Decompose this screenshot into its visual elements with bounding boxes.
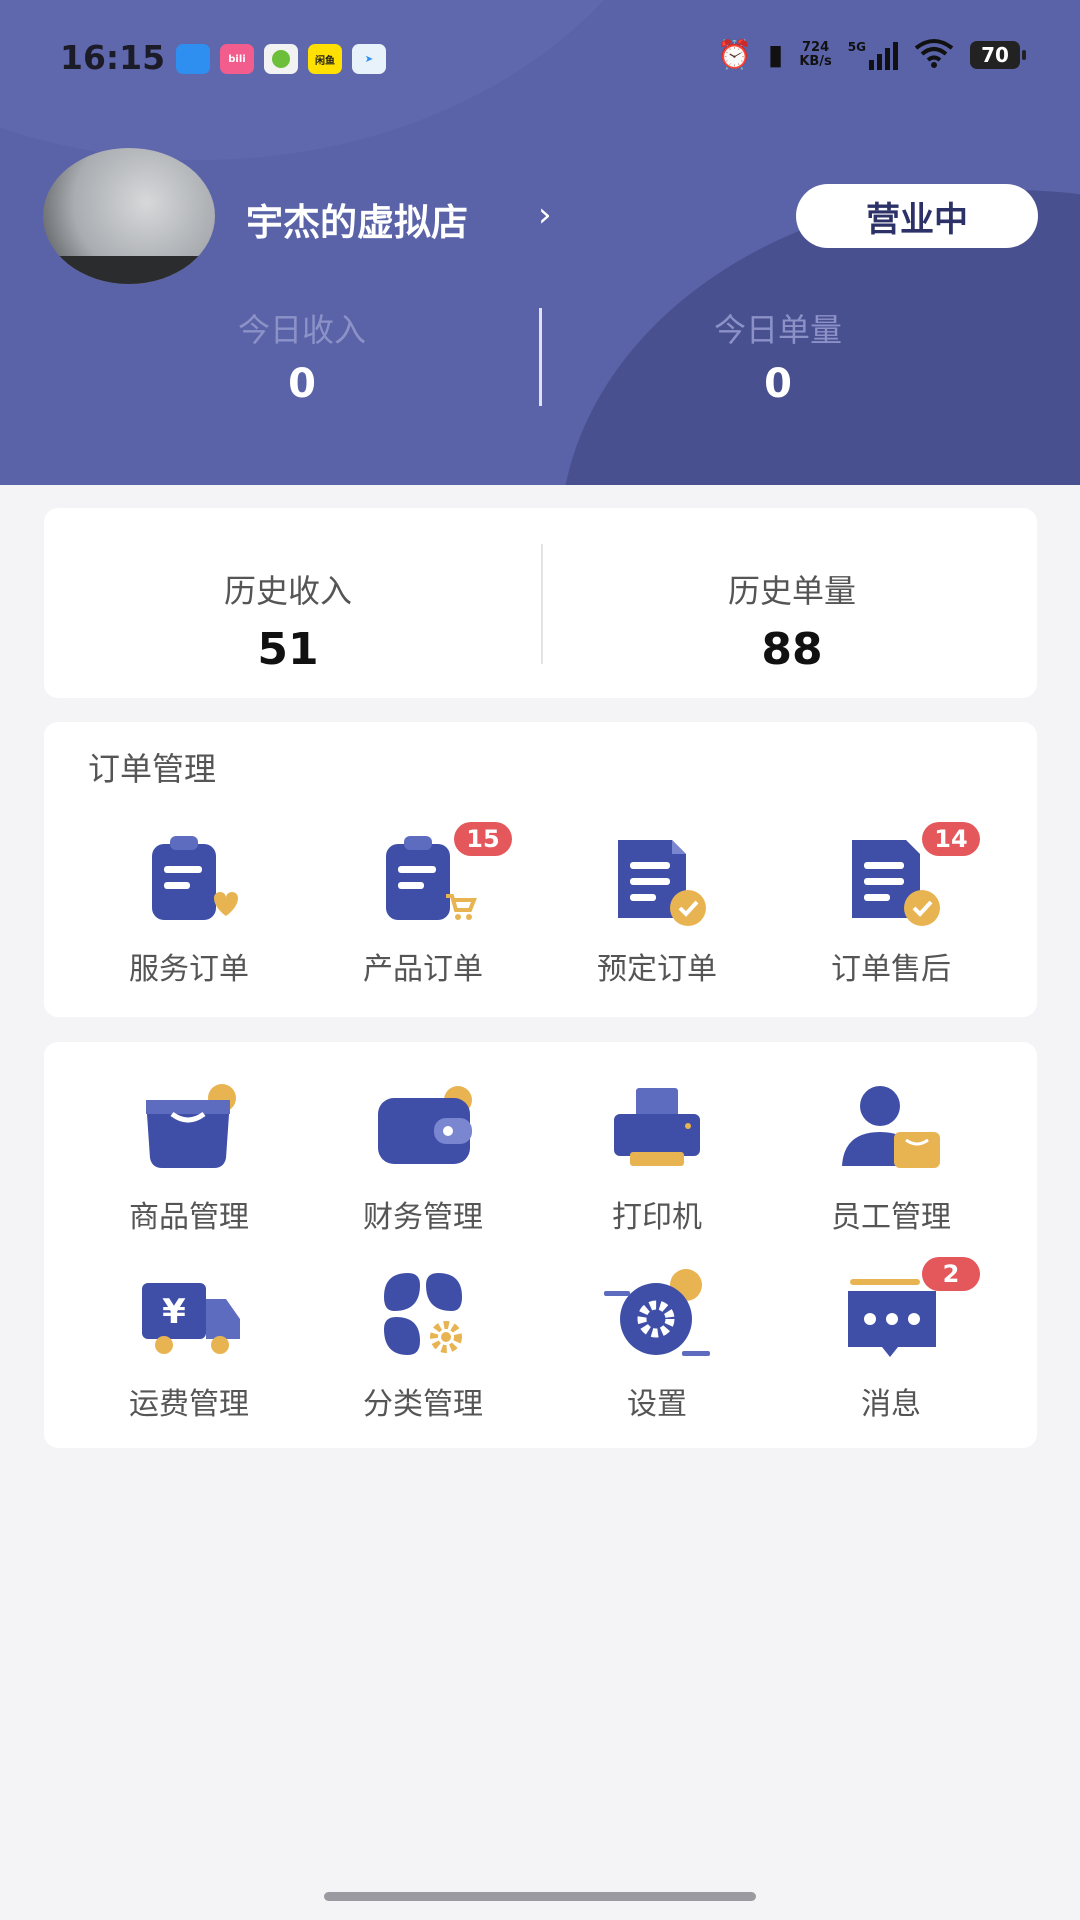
printer-icon <box>602 1080 712 1180</box>
yellow-app-icon: 闲鱼 <box>308 44 342 74</box>
settings-tile[interactable]: 设置 <box>557 1267 757 1423</box>
tile-label: 消息 <box>861 1387 921 1422</box>
staff-icon <box>836 1080 946 1180</box>
today-orders-label: 今日单量 <box>713 311 842 349</box>
after-sales-tile[interactable]: 14 订单售后 <box>791 822 991 988</box>
section-title: 订单管理 <box>88 750 217 788</box>
service-order-tile[interactable]: 服务订单 <box>89 832 289 988</box>
message-icon: 2 <box>836 1257 980 1367</box>
delivery-truck-icon: ¥ <box>134 1267 244 1367</box>
tools-card: 商品管理 财务管理 打印机 员工管理 ¥ 运费管理 分类管理 设置 2 消息 <box>44 1042 1037 1448</box>
pinduoduo-app-icon <box>264 44 298 74</box>
header-banner: 16:15 bili 闲鱼 ➤ ⏰ ▮ 724 KB/s 5G 70 宇杰的虚拟… <box>0 0 1080 485</box>
wallet-icon <box>368 1080 478 1180</box>
telegram-app-icon: ➤ <box>352 44 386 74</box>
bilibili-app-icon: bili <box>220 44 254 74</box>
tile-label: 商品管理 <box>129 1200 249 1235</box>
signal-icon: 5G <box>848 40 898 70</box>
tile-label: 订单售后 <box>831 952 951 987</box>
battery-icon: 70 <box>970 41 1026 69</box>
network-speed-unit: KB/s <box>799 54 832 69</box>
today-orders: 今日单量 0 <box>638 305 918 407</box>
after-sales-icon: 14 <box>836 822 980 932</box>
store-avatar[interactable] <box>43 148 215 284</box>
today-income: 今日收入 0 <box>162 305 442 407</box>
tile-label: 设置 <box>627 1387 687 1422</box>
business-status-button[interactable]: 营业中 <box>796 184 1038 248</box>
divider <box>541 544 543 664</box>
settings-gear-icon <box>602 1267 712 1367</box>
svg-text:¥: ¥ <box>162 1292 186 1332</box>
notification-app-icons: bili 闲鱼 ➤ <box>176 44 386 74</box>
service-order-icon <box>134 832 244 932</box>
tile-label: 预定订单 <box>597 952 717 987</box>
category-icon <box>368 1267 478 1367</box>
signal-type: 5G <box>847 40 866 54</box>
network-speed: 724 KB/s <box>799 41 831 69</box>
tile-label: 服务订单 <box>129 952 249 987</box>
message-badge: 2 <box>922 1257 980 1291</box>
goods-bag-icon <box>134 1080 244 1180</box>
product-order-icon: 15 <box>368 822 512 932</box>
tile-label: 运费管理 <box>129 1387 249 1422</box>
tile-label: 产品订单 <box>363 952 483 987</box>
staff-management-tile[interactable]: 员工管理 <box>791 1080 991 1236</box>
message-tile[interactable]: 2 消息 <box>791 1257 991 1423</box>
history-orders-value: 88 <box>761 624 823 675</box>
history-income-value: 51 <box>257 624 319 675</box>
category-management-tile[interactable]: 分类管理 <box>323 1267 523 1423</box>
network-speed-value: 724 <box>801 40 830 55</box>
divider <box>539 308 542 406</box>
tile-label: 员工管理 <box>831 1200 951 1235</box>
product-order-tile[interactable]: 15 产品订单 <box>323 822 523 988</box>
chevron-right-icon[interactable]: › <box>538 195 552 235</box>
history-orders-label: 历史单量 <box>727 572 856 610</box>
finance-management-tile[interactable]: 财务管理 <box>323 1080 523 1236</box>
printer-tile[interactable]: 打印机 <box>557 1080 757 1236</box>
vibrate-icon: ▮ <box>767 38 784 71</box>
alarm-icon: ⏰ <box>717 38 752 71</box>
today-income-label: 今日收入 <box>237 311 366 349</box>
status-bar: 16:15 bili 闲鱼 ➤ ⏰ ▮ 724 KB/s 5G 70 <box>0 0 1080 118</box>
reservation-order-tile[interactable]: 预定订单 <box>557 832 757 988</box>
history-income: 历史收入 51 <box>138 566 438 675</box>
reservation-order-icon <box>602 832 712 932</box>
tile-label: 财务管理 <box>363 1200 483 1235</box>
today-orders-value: 0 <box>764 361 792 407</box>
history-income-label: 历史收入 <box>223 572 352 610</box>
wifi-icon <box>914 38 954 72</box>
shipping-fee-tile[interactable]: ¥ 运费管理 <box>89 1267 289 1423</box>
history-orders: 历史单量 88 <box>642 566 942 675</box>
history-stats-card: 历史收入 51 历史单量 88 <box>44 508 1037 698</box>
tile-label: 打印机 <box>612 1200 702 1235</box>
product-order-badge: 15 <box>454 822 512 856</box>
status-time: 16:15 <box>60 38 166 77</box>
goods-management-tile[interactable]: 商品管理 <box>89 1080 289 1236</box>
store-name[interactable]: 宇杰的虚拟店 <box>246 192 468 246</box>
after-sales-badge: 14 <box>922 822 980 856</box>
tile-label: 分类管理 <box>363 1387 483 1422</box>
system-status-icons: ⏰ ▮ 724 KB/s 5G 70 <box>717 38 1026 72</box>
bird-app-icon <box>176 44 210 74</box>
order-management-card: 订单管理 服务订单 15 产品订单 预定订单 14 订单售后 <box>44 722 1037 1017</box>
today-income-value: 0 <box>288 361 316 407</box>
home-indicator[interactable] <box>324 1892 756 1901</box>
